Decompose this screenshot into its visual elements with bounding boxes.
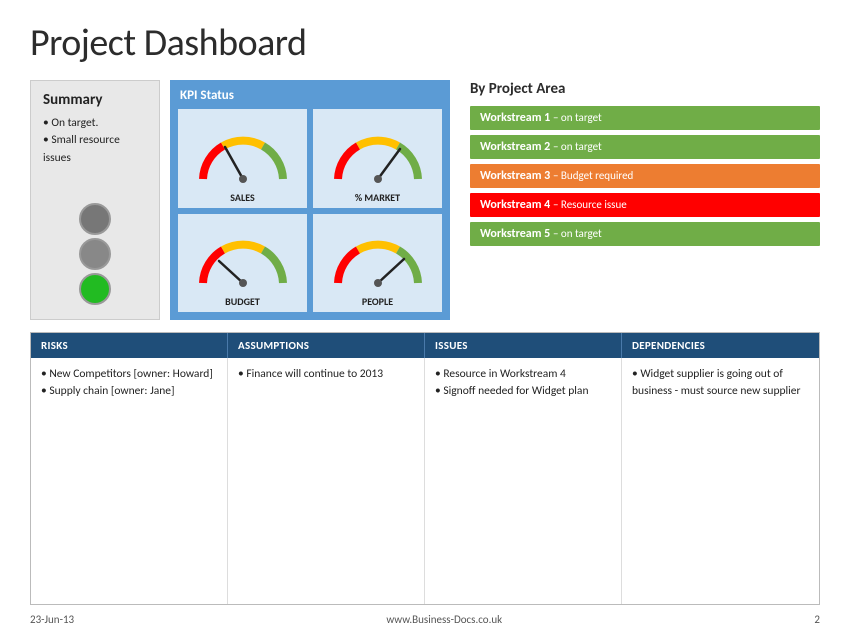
gauge-market-label: % MARKET [355,191,400,204]
workstream-5-status: – on target [553,227,602,240]
gauge-people-svg [328,233,428,293]
header-assumptions: ASSUMPTIONS [228,333,425,358]
workstream-2-name: Workstream 2 [480,140,550,154]
risk-2: Supply chain [owner: Jane] [41,383,217,400]
workstream-3-name: Workstream 3 [480,169,550,183]
gauge-people: PEOPLE [313,214,442,313]
page-title: Project Dashboard [30,20,820,66]
traffic-light [43,203,147,309]
footer-date: 23-Jun-13 [30,613,74,626]
gauge-sales-label: SALES [230,191,254,204]
gauge-budget-label: BUDGET [225,295,260,308]
workstream-1-name: Workstream 1 [480,111,550,125]
assumption-1: Finance will continue to 2013 [238,366,414,383]
footer: 23-Jun-13 www.Business-Docs.co.uk 2 [30,605,820,626]
workstream-4-status: – Resource issue [553,198,627,211]
footer-website: www.Business-Docs.co.uk [386,613,502,626]
gauge-budget-svg [193,233,293,293]
workstream-list: Workstream 1 – on target Workstream 2 – … [470,106,820,246]
workstream-1-status: – on target [553,111,602,124]
issue-1: Resource in Workstream 4 [435,366,611,383]
workstream-1: Workstream 1 – on target [470,106,820,130]
project-area: By Project Area Workstream 1 – on target… [460,80,820,320]
summary-bullet-1: On target. [43,115,147,132]
gauge-sales-svg [193,129,293,189]
risk-1: New Competitors [owner: Howard] [41,366,217,383]
cell-risks: New Competitors [owner: Howard] Supply c… [31,358,228,604]
workstream-3-status: – Budget required [553,169,633,182]
gauge-market: % MARKET [313,109,442,208]
cell-assumptions: Finance will continue to 2013 [228,358,425,604]
header-risks: RISKS [31,333,228,358]
cell-dependencies: Widget supplier is going out of business… [622,358,819,604]
header-issues: ISSUES [425,333,622,358]
kpi-grid: SALES % MARKET [178,109,442,312]
summary-bullets: On target. Small resource issues [43,115,147,167]
workstream-5: Workstream 5 – on target [470,222,820,246]
workstream-2-status: – on target [553,140,602,153]
traffic-light-green [79,273,111,305]
footer-page-number: 2 [814,613,820,626]
summary-title: Summary [43,91,147,109]
kpi-box: KPI Status S [170,80,450,320]
kpi-title: KPI Status [178,88,442,103]
traffic-light-yellow [79,238,111,270]
cell-issues: Resource in Workstream 4 Signoff needed … [425,358,622,604]
workstream-5-name: Workstream 5 [480,227,550,241]
gauge-people-label: PEOPLE [362,295,393,308]
summary-box: Summary On target. Small resource issues [30,80,160,320]
project-area-title: By Project Area [470,80,820,98]
gauge-budget: BUDGET [178,214,307,313]
bottom-table: RISKS ASSUMPTIONS ISSUES DEPENDENCIES Ne… [30,332,820,605]
gauge-sales: SALES [178,109,307,208]
workstream-4-name: Workstream 4 [480,198,550,212]
gauge-market-svg [328,129,428,189]
header-dependencies: DEPENDENCIES [622,333,819,358]
issue-2: Signoff needed for Widget plan [435,383,611,400]
dependency-1: Widget supplier is going out of business… [632,366,809,401]
dashboard-page: Project Dashboard Summary On target. Sma… [0,0,850,641]
workstream-3: Workstream 3 – Budget required [470,164,820,188]
table-body: New Competitors [owner: Howard] Supply c… [31,358,819,604]
workstream-4: Workstream 4 – Resource issue [470,193,820,217]
summary-bullet-2: Small resource issues [43,132,147,167]
top-section: Summary On target. Small resource issues… [30,80,820,320]
table-header: RISKS ASSUMPTIONS ISSUES DEPENDENCIES [31,333,819,358]
traffic-light-red [79,203,111,235]
workstream-2: Workstream 2 – on target [470,135,820,159]
